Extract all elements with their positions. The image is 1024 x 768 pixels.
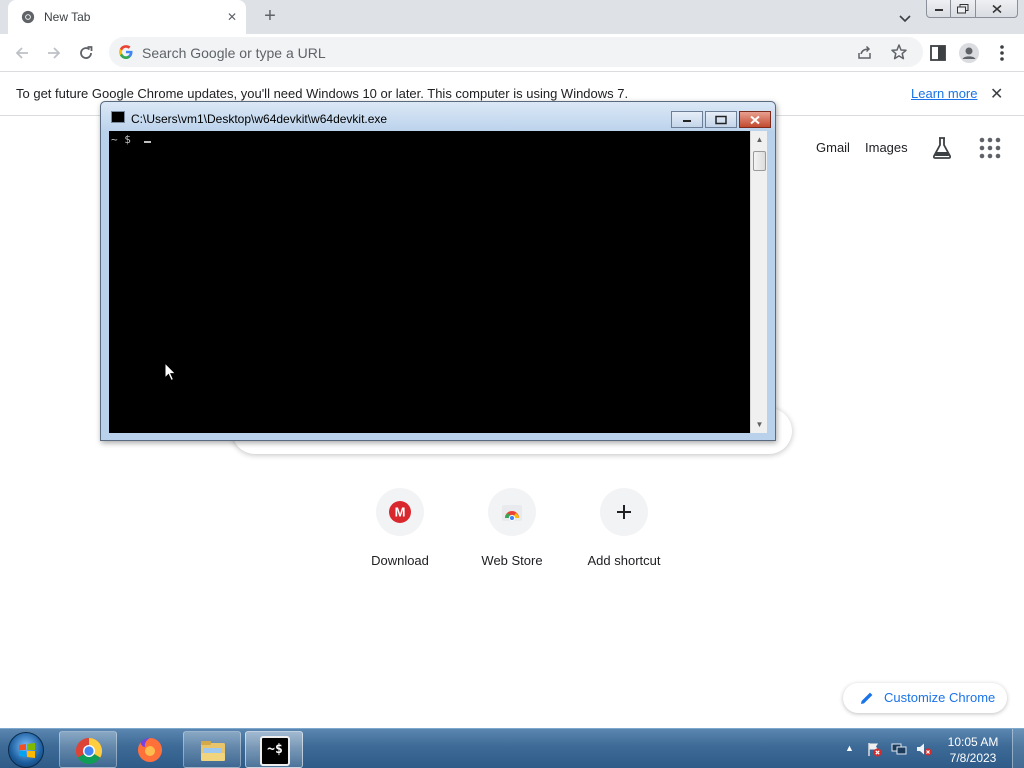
infobar-close-icon[interactable]: ✕ [990, 84, 1003, 104]
maximize-icon [715, 115, 727, 124]
console-output[interactable]: ~ $ [109, 131, 750, 433]
console-close-button[interactable] [739, 111, 771, 128]
close-window-button[interactable] [976, 0, 1018, 18]
show-desktop-button[interactable] [1012, 729, 1024, 768]
console-title: C:\Users\vm1\Desktop\w64devkit\w64devkit… [131, 112, 388, 126]
windows-taskbar: ~$ ▲ 10:05 AM 7/8/2023 [0, 728, 1024, 768]
console-titlebar[interactable]: C:\Users\vm1\Desktop\w64devkit\w64devkit… [101, 102, 775, 131]
text-cursor [144, 141, 151, 143]
google-g-icon [119, 45, 133, 59]
reload-icon[interactable] [75, 42, 97, 64]
tray-overflow-arrow-icon[interactable]: ▲ [845, 743, 854, 753]
browser-tabstrip: New Tab ✕ + [0, 0, 1024, 34]
chrome-icon [75, 737, 103, 765]
firefox-icon [138, 738, 162, 762]
labs-flask-icon[interactable] [931, 136, 953, 160]
minimize-button[interactable] [926, 0, 951, 18]
console-maximize-button[interactable] [705, 111, 737, 128]
w64devkit-icon: ~$ [260, 736, 290, 766]
shortcut-label: Web Store [481, 553, 543, 568]
shortcut-web-store[interactable]: Web Store [456, 488, 568, 578]
console-prompt: ~ $ [111, 133, 131, 146]
console-minimize-button[interactable] [671, 111, 703, 128]
start-button[interactable] [8, 732, 44, 768]
shortcut-label: Add shortcut [587, 553, 661, 568]
tab-new-tab[interactable]: New Tab ✕ [8, 0, 246, 34]
system-clock[interactable]: 10:05 AM 7/8/2023 [944, 734, 1002, 766]
close-icon [750, 115, 760, 124]
clock-date: 7/8/2023 [949, 751, 997, 765]
learn-more-link[interactable]: Learn more [911, 86, 977, 101]
clock-time: 10:05 AM [947, 735, 999, 749]
shortcut-label: Download [371, 553, 429, 568]
browser-toolbar: Search Google or type a URL [0, 34, 1024, 71]
omnibox[interactable]: Search Google or type a URL [109, 37, 923, 67]
console-window-controls [671, 111, 771, 128]
google-apps-icon[interactable] [979, 137, 1001, 159]
customize-chrome-label: Customize Chrome [884, 690, 996, 705]
share-icon[interactable] [857, 44, 873, 60]
pencil-icon [861, 692, 873, 704]
mouse-pointer-icon [164, 362, 177, 382]
network-icon[interactable] [891, 741, 907, 757]
omnibox-placeholder: Search Google or type a URL [142, 45, 326, 61]
gmail-link[interactable]: Gmail [816, 140, 850, 155]
volume-muted-icon[interactable] [916, 741, 932, 757]
close-icon [992, 4, 1001, 13]
tab-search-chevron-icon[interactable] [896, 9, 914, 27]
bookmark-star-icon[interactable] [890, 43, 908, 61]
scroll-down-arrow-icon[interactable]: ▼ [751, 416, 768, 433]
infobar-message: To get future Google Chrome updates, you… [16, 86, 629, 101]
shortcut-tile [600, 488, 648, 536]
window-controls [926, 0, 1018, 18]
taskbar-firefox[interactable] [121, 731, 179, 768]
images-link[interactable]: Images [865, 140, 908, 155]
chrome-icon [21, 10, 35, 24]
new-tab-button[interactable]: + [258, 5, 282, 29]
forward-arrow-icon[interactable] [43, 42, 65, 64]
shortcut-tile: M [376, 488, 424, 536]
profile-avatar-icon[interactable] [958, 42, 980, 64]
web-store-icon [502, 505, 522, 522]
tab-close-icon[interactable]: ✕ [224, 9, 240, 25]
file-explorer-icon [201, 741, 225, 761]
taskbar-file-explorer[interactable] [183, 731, 241, 768]
action-center-flag-icon[interactable] [866, 741, 882, 757]
console-app-icon [111, 111, 125, 123]
scroll-thumb[interactable] [753, 151, 766, 171]
mega-glyph: M [395, 505, 406, 520]
minimize-icon [934, 8, 943, 11]
w64devkit-icon-text: ~$ [267, 742, 283, 757]
plus-icon [617, 505, 631, 519]
tab-title: New Tab [44, 10, 91, 24]
mega-icon: M [389, 501, 411, 523]
scroll-up-arrow-icon[interactable]: ▲ [751, 131, 768, 148]
minimize-icon [683, 119, 691, 122]
more-menu-icon[interactable] [991, 42, 1013, 64]
restore-icon [957, 3, 969, 13]
taskbar-chrome[interactable] [59, 731, 117, 768]
console-window[interactable]: C:\Users\vm1\Desktop\w64devkit\w64devkit… [100, 101, 776, 441]
side-panel-icon[interactable] [927, 42, 949, 64]
restore-button[interactable] [951, 0, 976, 18]
shortcut-tile [488, 488, 536, 536]
shortcut-add[interactable]: Add shortcut [568, 488, 680, 578]
windows-logo-icon [19, 743, 35, 758]
taskbar-w64devkit[interactable]: ~$ [245, 731, 303, 768]
shortcut-download[interactable]: M Download [344, 488, 456, 578]
console-scrollbar[interactable]: ▲ ▼ [750, 131, 767, 433]
back-arrow-icon[interactable] [11, 42, 33, 64]
customize-chrome-button[interactable]: Customize Chrome [843, 683, 1007, 713]
